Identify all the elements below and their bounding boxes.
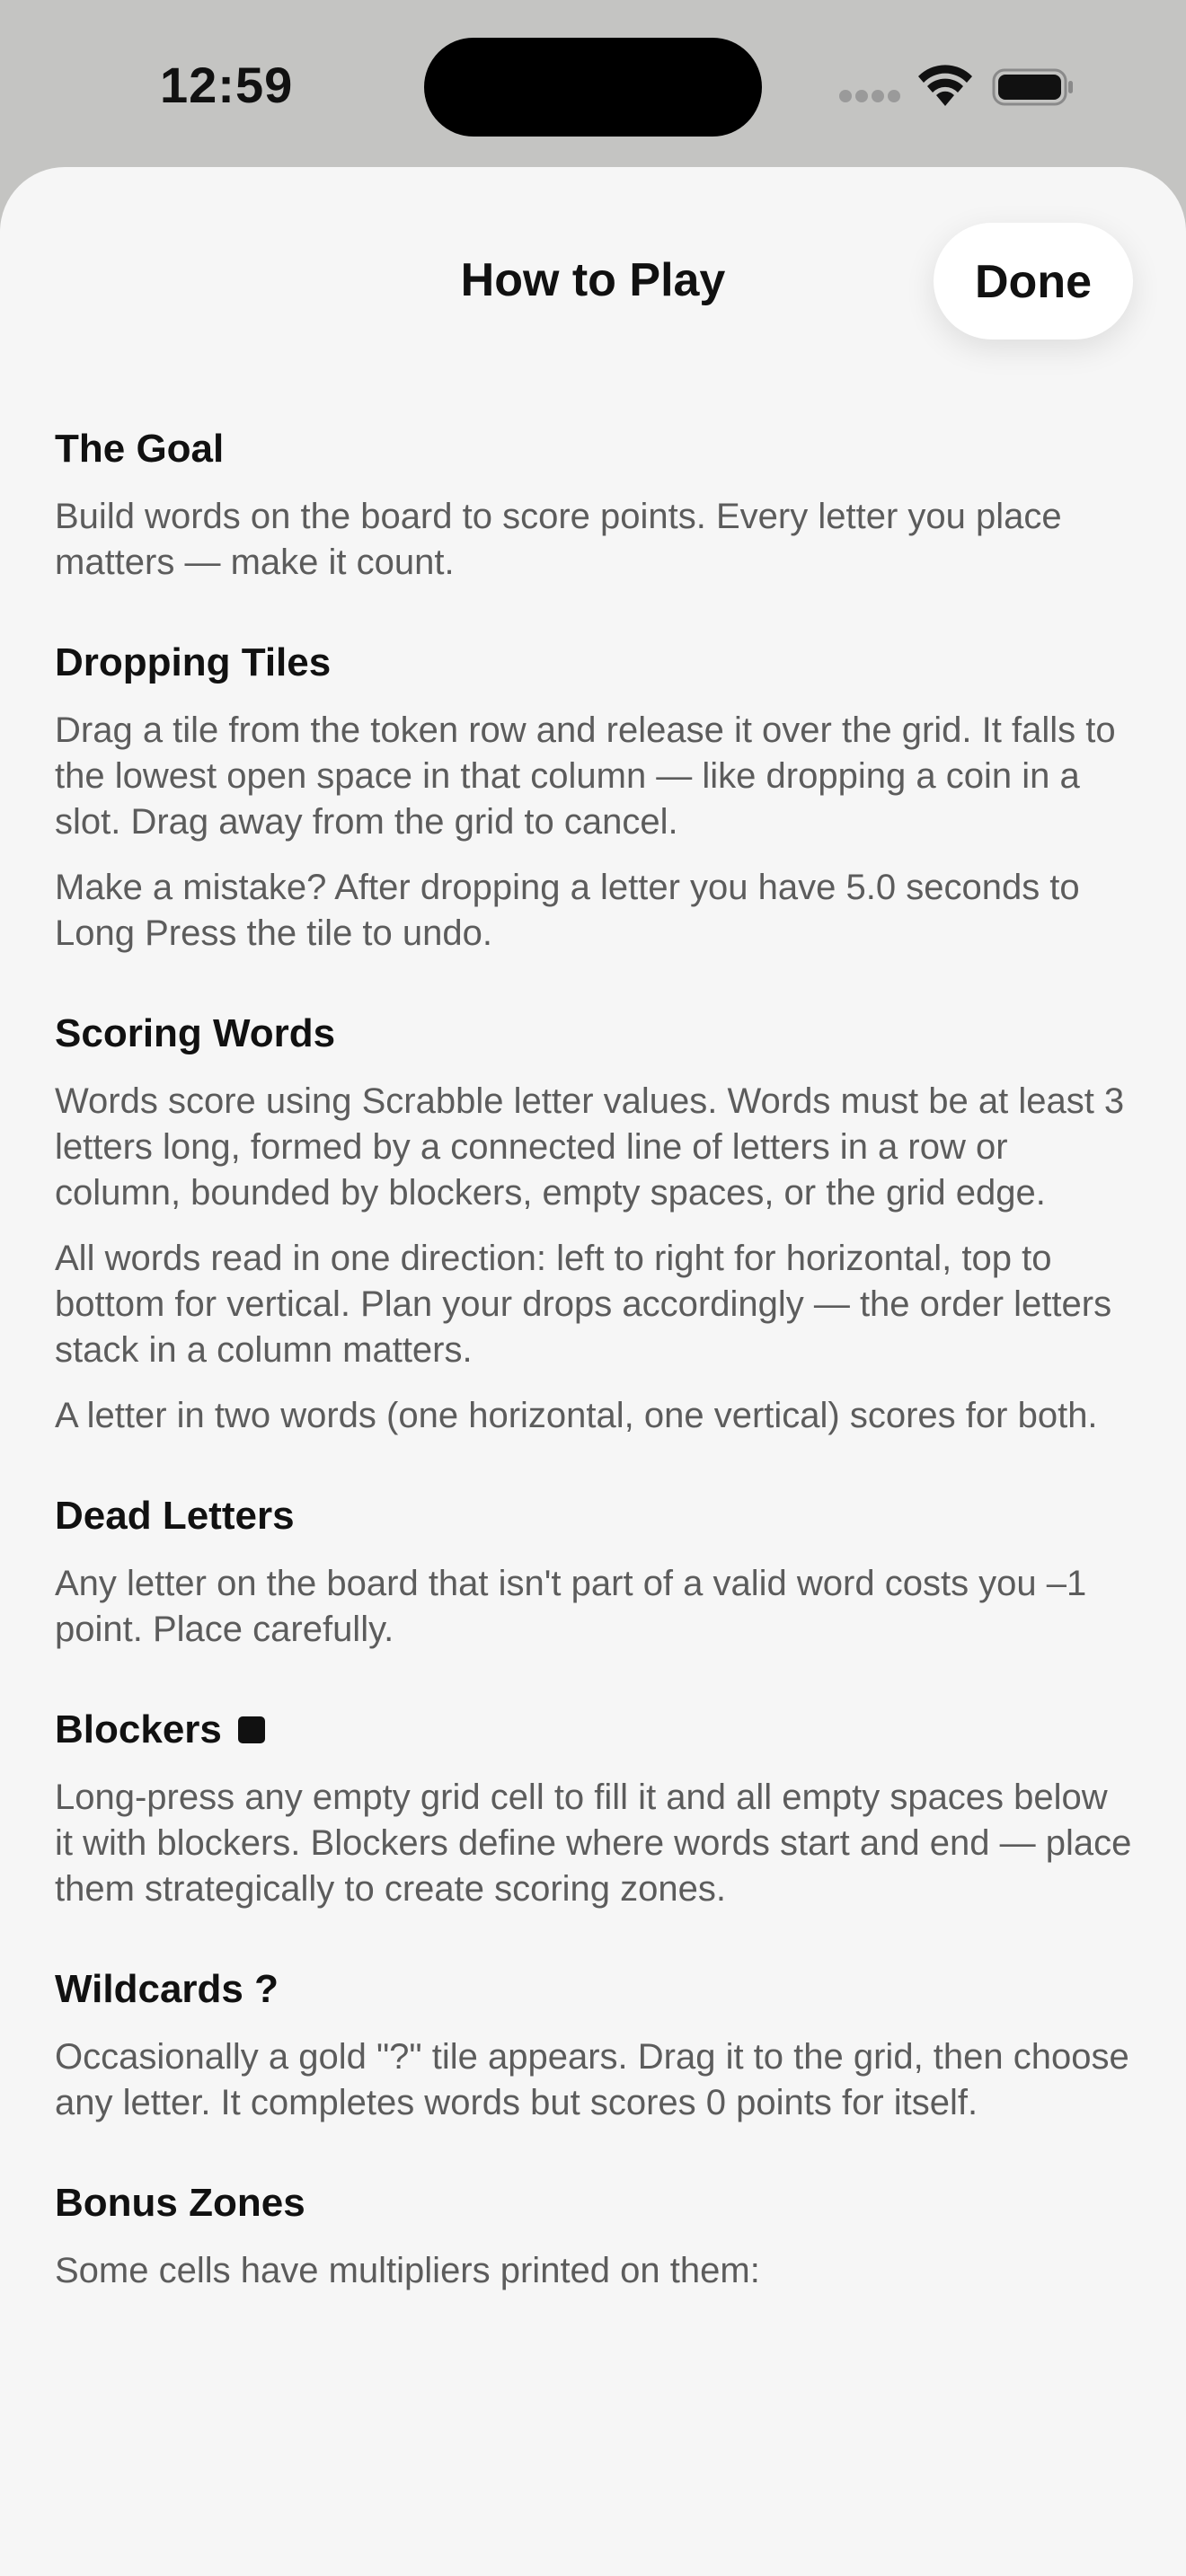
section-heading: Scoring Words [55,1011,336,1055]
section-paragraph: Make a mistake? After dropping a letter … [55,868,1080,953]
section-heading-blockers: Blockers [55,1705,1133,1755]
cellular-signal-icon [839,90,902,102]
section-paragraph: Occasionally a gold "?" tile appears. Dr… [55,2037,1129,2122]
section-dropping-tiles: Dropping Tiles Drag a tile from the toke… [55,638,1133,957]
section-heading-text: Blockers [55,1707,222,1751]
status-icons [839,63,1082,108]
section-paragraph: All words read in one direction: left to… [55,1239,1112,1370]
section-heading: The Goal [55,427,225,471]
section-wildcards: Wildcards ? Occasionally a gold "?" tile… [55,1964,1133,2126]
section-goal: The Goal Build words on the board to sco… [55,424,1133,586]
section-paragraph: A letter in two words (one horizontal, o… [55,1396,1098,1435]
section-paragraph: Any letter on the board that isn't part … [55,1564,1087,1649]
done-button[interactable]: Done [934,223,1133,340]
section-heading: Dead Letters [55,1494,295,1538]
status-time: 12:59 [160,57,294,113]
section-paragraph: Some cells have multipliers printed on t… [55,2251,760,2290]
section-scoring-words: Scoring Words Words score using Scrabble… [55,1009,1133,1439]
section-heading: Wildcards ? [55,1967,279,2011]
section-paragraph: Long-press any empty grid cell to fill i… [55,1778,1132,1909]
section-dead-letters: Dead Letters Any letter on the board tha… [55,1491,1133,1653]
battery-icon [992,68,1073,106]
section-heading: Bonus Zones [55,2181,305,2225]
section-heading: Dropping Tiles [55,640,332,684]
section-paragraph: Build words on the board to score points… [55,497,1062,582]
how-to-play-sheet: How to Play Done The Goal Build words on… [0,167,1186,2576]
section-blockers: Blockers Long-press any empty grid cell … [55,1705,1133,1912]
status-bar: 12:59 [0,0,1186,167]
instructions-content[interactable]: The Goal Build words on the board to sco… [55,424,1133,2346]
dynamic-island [424,38,762,137]
wifi-icon [918,65,972,106]
section-paragraph: Drag a tile from the token row and relea… [55,710,1116,842]
section-paragraph: Words score using Scrabble letter values… [55,1081,1125,1213]
section-bonus-zones: Bonus Zones Some cells have multipliers … [55,2178,1133,2294]
blocker-square-icon [237,1716,265,1743]
